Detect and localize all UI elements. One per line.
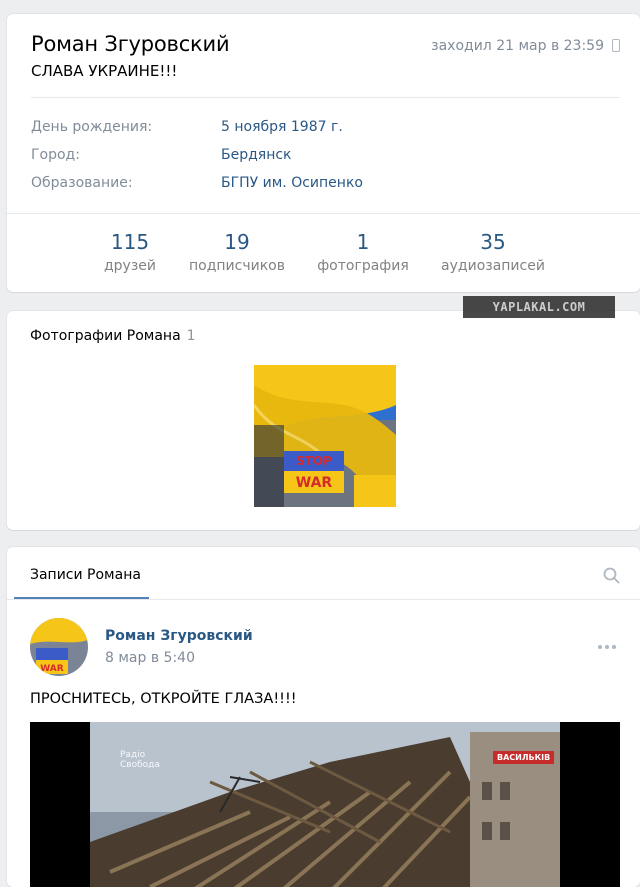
info-label: Образование: <box>31 175 133 191</box>
more-options-icon[interactable] <box>598 645 616 649</box>
divider <box>31 97 620 98</box>
photos-count: 1 <box>186 328 196 344</box>
sign-text-bottom: WAR <box>296 475 333 491</box>
info-value-birthday[interactable]: 5 ноября 1987 г. <box>221 119 343 135</box>
mobile-phone-icon <box>612 39 620 52</box>
counter-number: 1 <box>356 230 370 254</box>
search-icon[interactable] <box>603 567 620 584</box>
profile-status: СЛАВА УКРАИНЕ!!! <box>31 62 178 80</box>
wall-card: Записи Романа WAR Роман Згуровский 8 мар… <box>7 547 640 887</box>
avatar-sign-text: WAR <box>40 664 63 674</box>
counter-number: 19 <box>224 230 250 254</box>
dot <box>605 645 609 649</box>
counter-audio[interactable]: 35 аудиозаписей <box>435 230 551 274</box>
counter-label: фотография <box>317 258 409 274</box>
divider <box>7 599 640 600</box>
counter-photos[interactable]: 1 фотография <box>313 230 413 274</box>
counter-friends[interactable]: 115 друзей <box>90 230 170 274</box>
post-date[interactable]: 8 мар в 5:40 <box>105 650 195 666</box>
logo-line-2: Свобода <box>120 760 160 770</box>
info-label: Город: <box>31 147 80 163</box>
post-video[interactable]: Радіо Свобода ВАСИЛЬКІВ <box>30 722 620 887</box>
post-author-name[interactable]: Роман Згуровский <box>105 628 253 644</box>
radio-svoboda-logo: Радіо Свобода <box>120 750 160 770</box>
photos-title-text: Фотографии Романа <box>30 328 181 344</box>
site-watermark: YAPLAKAL.COM <box>463 296 615 318</box>
profile-name: Роман Згуровский <box>31 32 230 56</box>
video-location-tag: ВАСИЛЬКІВ <box>493 751 555 764</box>
dot <box>612 645 616 649</box>
profile-card: Роман Згуровский заходил 21 мар в 23:59 … <box>7 14 640 292</box>
counter-label: аудиозаписей <box>441 258 545 274</box>
dot <box>598 645 602 649</box>
info-value-education[interactable]: БГПУ им. Осипенко <box>221 175 363 191</box>
counter-label: подписчиков <box>189 258 285 274</box>
divider <box>7 213 640 214</box>
post-author-avatar[interactable]: WAR <box>30 618 88 676</box>
counter-followers[interactable]: 19 подписчиков <box>183 230 291 274</box>
counter-number: 35 <box>480 230 506 254</box>
logo-line-1: Радіо <box>120 750 146 760</box>
counter-label: друзей <box>103 258 156 274</box>
photos-card: Фотографии Романа 1 STOP WAR <box>7 311 640 530</box>
counter-number: 115 <box>110 230 150 254</box>
last-seen-text: заходил 21 мар в 23:59 <box>431 38 604 54</box>
photos-title[interactable]: Фотографии Романа 1 <box>30 328 196 344</box>
info-label: День рождения: <box>31 119 153 135</box>
avatar-image: WAR <box>30 618 88 676</box>
video-frame <box>30 722 620 887</box>
stop-war-flag-photo: STOP WAR <box>254 365 396 507</box>
info-value-city[interactable]: Бердянск <box>221 147 292 163</box>
post-text: ПРОСНИТЕСЬ, ОТКРОЙТЕ ГЛАЗА!!!! <box>30 691 297 707</box>
sign-text-top: STOP <box>296 454 332 468</box>
photo-thumbnail[interactable]: STOP WAR <box>254 365 396 507</box>
tab-wall-posts[interactable]: Записи Романа <box>30 567 141 583</box>
